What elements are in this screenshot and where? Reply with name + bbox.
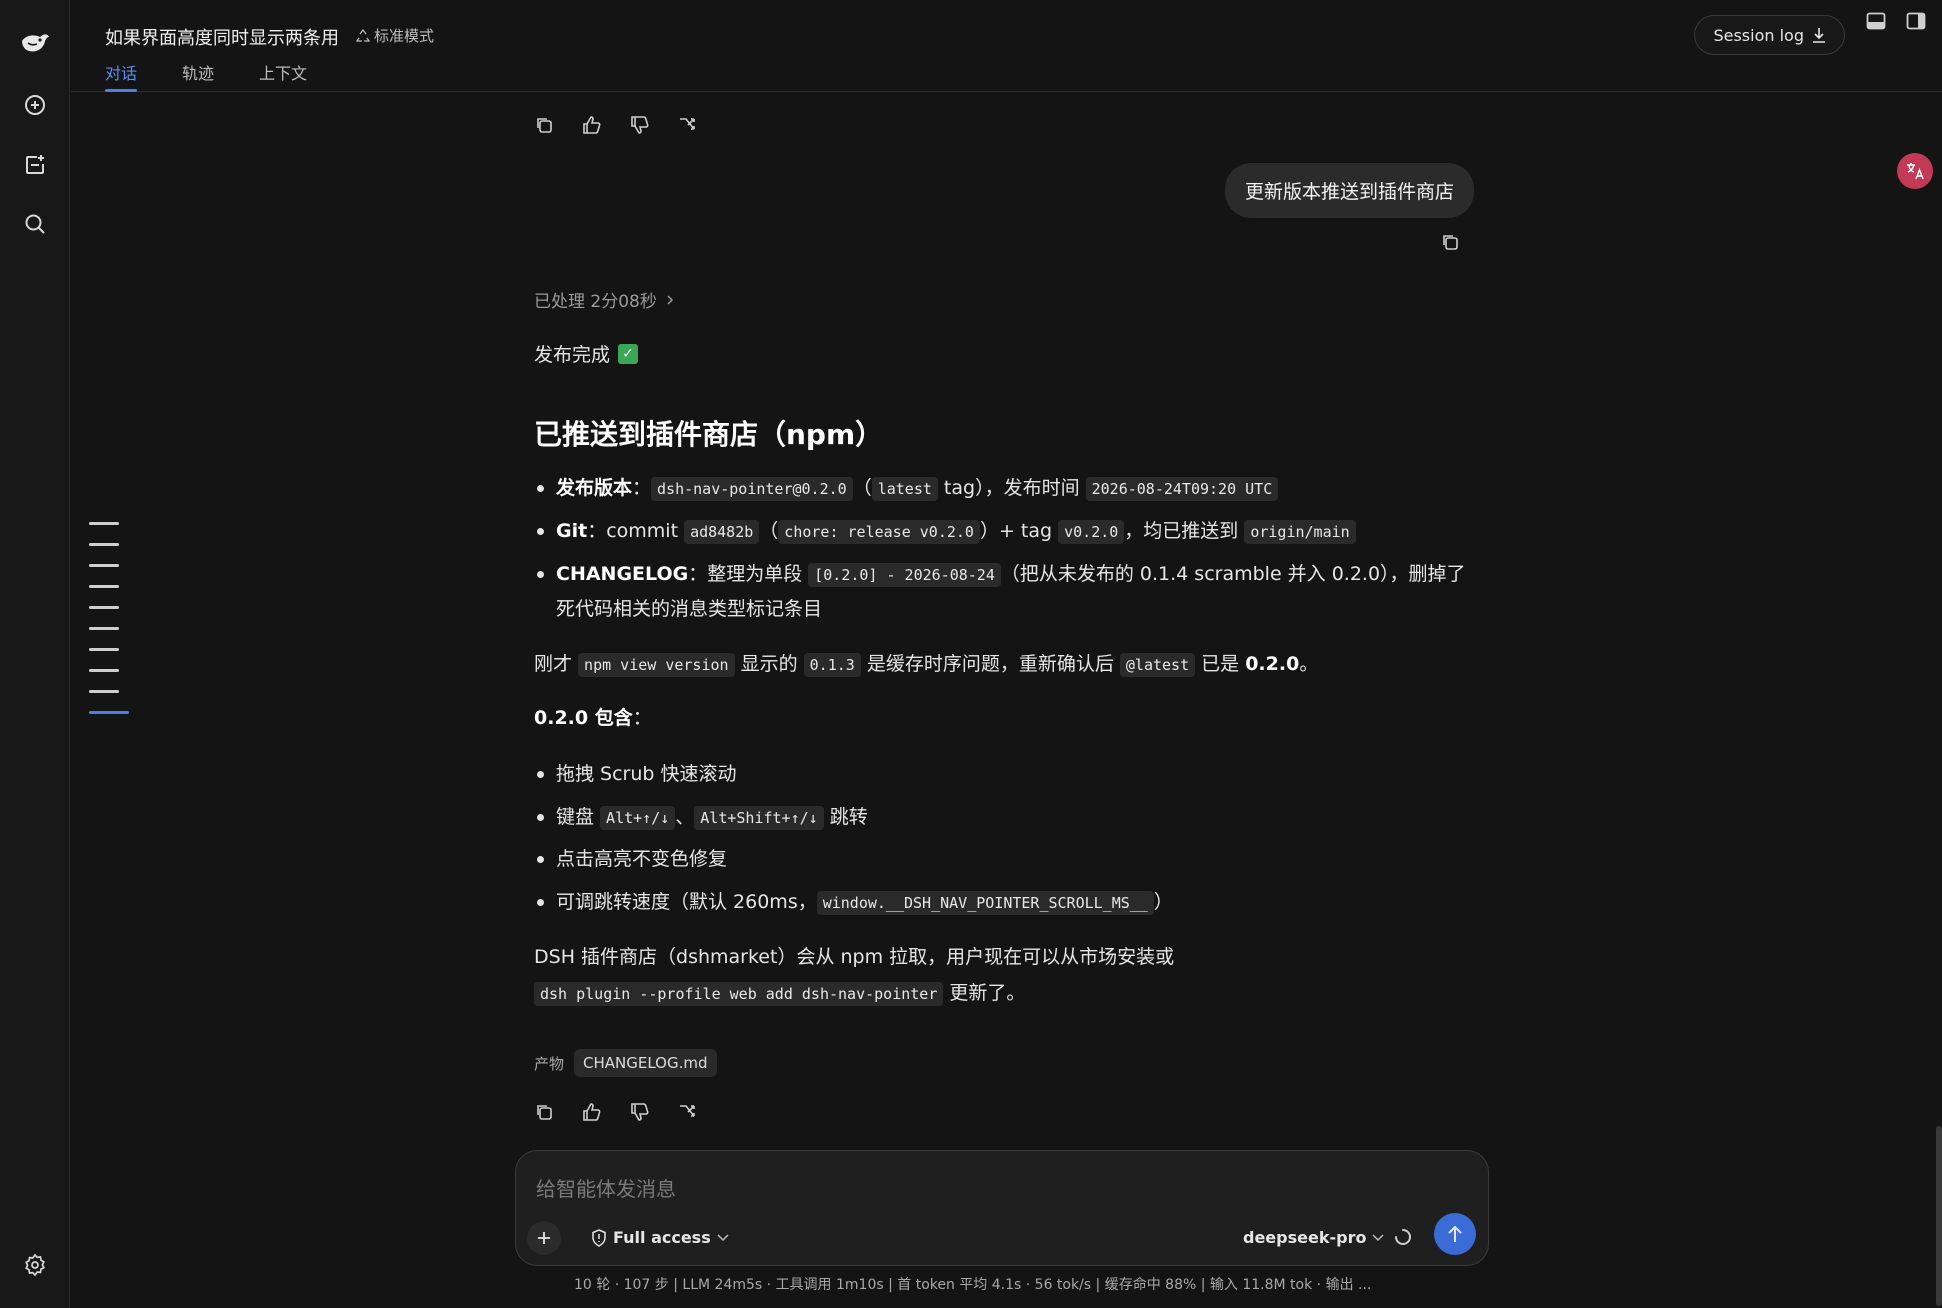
message-input[interactable]: 给智能体发消息: [536, 1173, 676, 1202]
new-chat-icon[interactable]: [18, 88, 52, 122]
access-level-select[interactable]: Full access: [591, 1228, 729, 1247]
conversation-title: 如果界面高度同时显示两条用: [105, 28, 339, 49]
list-item: 键盘 Alt+↑/↓、 Alt+Shift+↑/↓ 跳转: [534, 800, 1474, 835]
message-nav-pointer[interactable]: [89, 522, 129, 732]
search-icon[interactable]: [18, 207, 52, 241]
paragraph-market-note: DSH 插件商店（dshmarket）会从 npm 拉取，用户现在可以从市场安装…: [534, 946, 1175, 1006]
arrow-up-icon: [1448, 1225, 1462, 1242]
list-item: 拖拽 Scrub 快速滚动: [534, 757, 1474, 791]
list-item: Git：commit ad8482b （chore: release v0.2.0…: [534, 514, 1474, 549]
mode-label: 标准模式: [374, 27, 435, 45]
list-item: 点击高亮不变色修复: [534, 842, 1474, 876]
top-bar: 如果界面高度同时显示两条用 标准模式 对话 轨迹 上下文 Session log: [71, 0, 1942, 92]
send-button[interactable]: [1434, 1213, 1476, 1255]
copy-icon[interactable]: [534, 115, 554, 135]
tab-dialog[interactable]: 对话: [105, 60, 138, 92]
message-actions-bottom: [534, 1102, 698, 1122]
message-actions-top: [534, 115, 698, 135]
model-select[interactable]: deepseek-pro: [1243, 1228, 1384, 1247]
copy-icon[interactable]: [534, 1102, 554, 1122]
nav-pointer-line[interactable]: [89, 669, 119, 672]
model-label: deepseek-pro: [1243, 1228, 1367, 1247]
list-item: 可调跳转速度（默认 260ms， window.__DSH_NAV_POINTER…: [534, 885, 1474, 920]
user-message-bubble: 更新版本推送到插件商店: [1224, 163, 1474, 218]
plus-icon: [538, 1232, 550, 1244]
access-label: Full access: [613, 1228, 711, 1247]
chevron-down-icon: [1372, 1233, 1384, 1241]
toggle-right-panel-icon[interactable]: [1906, 12, 1926, 30]
scrollbar[interactable]: [1936, 1126, 1942, 1306]
tab-trace[interactable]: 轨迹: [182, 60, 214, 92]
settings-gear-icon[interactable]: [18, 1248, 52, 1282]
thumbs-down-icon[interactable]: [630, 1102, 650, 1122]
session-log-button[interactable]: Session log: [1694, 15, 1845, 55]
branch-icon[interactable]: [678, 1102, 698, 1122]
nav-pointer-line[interactable]: [89, 606, 119, 609]
conversation-tabs: 对话 轨迹 上下文: [105, 60, 307, 92]
nav-pointer-line[interactable]: [89, 690, 119, 693]
mode-icon: [356, 28, 370, 42]
done-text: 发布完成: [534, 344, 611, 366]
nav-pointer-line[interactable]: [89, 648, 119, 651]
branch-icon[interactable]: [678, 115, 698, 135]
toggle-bottom-panel-icon[interactable]: [1866, 12, 1886, 30]
chevron-down-icon: [717, 1233, 729, 1241]
thumbs-down-icon[interactable]: [630, 115, 650, 135]
reply-heading: 已推送到插件商店（npm）: [534, 418, 884, 451]
attach-plus-button[interactable]: [527, 1221, 561, 1255]
done-line: 发布完成 ✓: [534, 340, 639, 367]
artifact-row: 产物 CHANGELOG.md: [534, 1049, 717, 1077]
nav-pointer-line[interactable]: [89, 522, 119, 525]
nav-pointer-line[interactable]: [89, 564, 119, 567]
mode-indicator[interactable]: 标准模式: [356, 25, 434, 46]
app-logo-icon[interactable]: [18, 27, 52, 61]
thumbs-up-icon[interactable]: [582, 115, 602, 135]
new-project-icon[interactable]: [18, 148, 52, 182]
list-item: 发布版本： dsh-nav-pointer@0.2.0 （latest tag），发…: [534, 471, 1474, 506]
paragraph-cache-note: 刚才 npm view version 显示的 0.1.3 是缓存时序问题，重新…: [534, 653, 1319, 677]
thumbs-up-icon[interactable]: [582, 1102, 602, 1122]
shield-icon: [592, 1228, 606, 1247]
download-icon: [1813, 28, 1825, 43]
status-bar: 10 轮 · 107 步 | LLM 24m5s · 工具调用 1m10s | …: [574, 1277, 1372, 1293]
nav-pointer-line-active[interactable]: [89, 711, 129, 714]
tab-context[interactable]: 上下文: [259, 60, 307, 92]
message-composer: 给智能体发消息 Full access deepseek-pro: [515, 1150, 1489, 1266]
nav-pointer-line[interactable]: [89, 627, 119, 630]
check-mark-icon: ✓: [618, 343, 639, 364]
list-item: CHANGELOG：整理为单段 [0.2.0] - 2026-08-24 （把从未…: [534, 557, 1474, 626]
copy-user-message-icon[interactable]: [1441, 233, 1459, 256]
processed-duration[interactable]: 已处理 2分08秒: [534, 287, 675, 312]
artifact-label: 产物: [534, 1054, 565, 1073]
processed-label: 已处理 2分08秒: [534, 292, 657, 312]
artifact-file-chip[interactable]: CHANGELOG.md: [574, 1049, 717, 1077]
session-log-label: Session log: [1713, 25, 1804, 45]
loading-spinner-icon: [1394, 1228, 1412, 1251]
nav-pointer-line[interactable]: [89, 585, 119, 588]
includes-heading: 0.2.0 包含：: [534, 707, 652, 729]
nav-pointer-line[interactable]: [89, 543, 119, 546]
chevron-right-icon: [667, 294, 673, 305]
left-rail: [0, 0, 70, 1308]
translate-icon[interactable]: [1897, 153, 1933, 189]
